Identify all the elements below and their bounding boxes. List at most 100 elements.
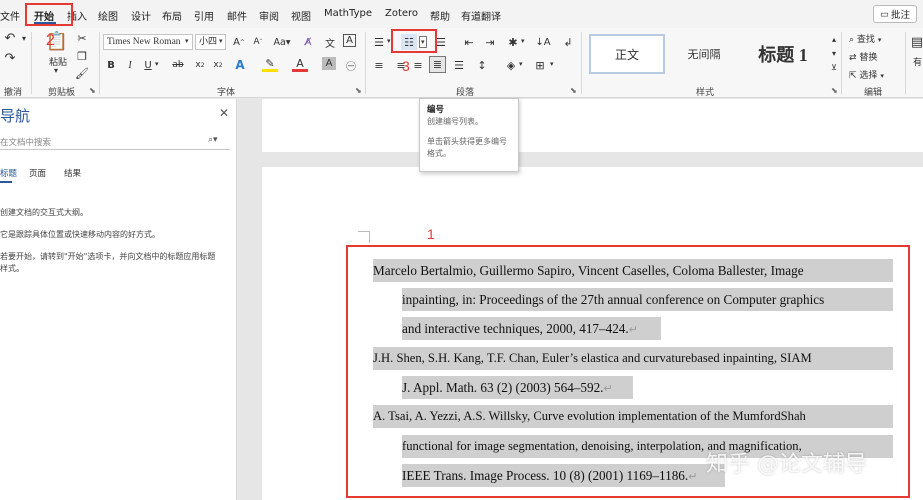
font-size-value: 小四 xyxy=(199,37,218,47)
nav-search-icon[interactable]: ⌕▾ xyxy=(208,135,218,145)
menu-design[interactable]: 设计 xyxy=(131,8,151,23)
copy-icon[interactable]: ❐ xyxy=(74,48,90,64)
replace-icon: ⇄ xyxy=(849,53,857,63)
nav-title: 导航 xyxy=(0,107,31,125)
strikethrough-icon[interactable]: ab xyxy=(170,57,186,73)
comment-icon: ▭ xyxy=(880,8,889,20)
styles-launcher-icon[interactable]: ⬊ xyxy=(831,86,838,95)
tooltip-description: 创建编号列表。 xyxy=(427,117,483,126)
nav-hint-line: 若要开始，请转到"开始"选项卡，并向文档中的标题应用标题 xyxy=(0,252,216,261)
enclose-characters-icon[interactable]: ㊀ xyxy=(343,57,359,73)
nav-tab-results[interactable]: 结果 xyxy=(64,167,81,179)
styles-more-icon[interactable]: ⊻ xyxy=(826,59,842,75)
character-border-icon[interactable]: A xyxy=(343,34,356,47)
nav-close-icon[interactable]: ✕ xyxy=(219,106,229,120)
style-normal[interactable]: 正文 xyxy=(589,34,665,74)
clear-formatting-icon[interactable]: A̸ xyxy=(300,34,316,50)
show-marks-icon[interactable]: ↲ xyxy=(560,34,576,50)
shrink-font-icon[interactable]: Aˇ xyxy=(250,34,266,50)
replace-button[interactable]: ⇄ 替换 xyxy=(849,50,877,63)
nav-tab-headings[interactable]: 标题 xyxy=(0,167,17,179)
character-shading-icon[interactable]: A xyxy=(322,57,336,70)
font-size-dropdown-icon[interactable]: ▾ xyxy=(219,37,223,45)
change-case-icon[interactable]: Aa▾ xyxy=(270,34,294,50)
superscript-icon[interactable]: x2 xyxy=(210,57,226,73)
font-name-select[interactable]: Times New Roman xyxy=(103,34,193,50)
menu-layout[interactable]: 布局 xyxy=(162,8,182,23)
font-name-dropdown-icon[interactable]: ▾ xyxy=(185,37,189,45)
chinese-layout-dropdown-icon[interactable]: ▾ xyxy=(521,37,525,45)
text-effects-icon[interactable]: A xyxy=(232,57,248,73)
format-painter-icon[interactable]: 🖌 xyxy=(74,65,90,81)
nav-hint-line: 创建文档的交互式大纲。 xyxy=(0,208,88,217)
group-label-font: 字体 xyxy=(217,88,236,98)
borders-icon[interactable]: ⊞ xyxy=(532,57,548,73)
menu-references[interactable]: 引用 xyxy=(194,8,214,23)
sort-icon[interactable]: ↓A xyxy=(535,34,551,50)
tooltip-title: 编号 xyxy=(427,105,445,115)
font-launcher-icon[interactable]: ⬊ xyxy=(355,86,362,95)
menu-zotero[interactable]: Zotero xyxy=(385,8,418,19)
bullets-dropdown-icon[interactable]: ▾ xyxy=(387,37,391,45)
italic-icon[interactable]: I xyxy=(122,57,138,73)
menu-youdao[interactable]: 有道翻译 xyxy=(461,8,501,23)
clipboard-launcher-icon[interactable]: ⬊ xyxy=(89,86,96,95)
justify-icon[interactable]: ≣ xyxy=(429,56,446,73)
chinese-layout-icon[interactable]: ✱ xyxy=(505,34,521,50)
highlight-icon[interactable]: ✎ xyxy=(262,57,278,72)
menu-mailings[interactable]: 邮件 xyxy=(227,8,247,23)
grow-font-icon[interactable]: A ^ xyxy=(231,34,247,50)
annotation-box-home-tab xyxy=(25,3,73,26)
nav-tab-pages[interactable]: 页面 xyxy=(29,167,46,179)
addin-icon[interactable]: ▤ xyxy=(909,34,923,50)
phonetic-guide-icon[interactable]: 文 xyxy=(322,34,338,50)
nav-hint-line: 样式。 xyxy=(0,264,24,273)
align-left-icon[interactable]: ≡ xyxy=(371,57,387,73)
shading-dropdown-icon[interactable]: ▾ xyxy=(519,60,523,68)
select-icon: ⇱ xyxy=(849,71,857,81)
comment-button[interactable]: ▭ 批注 xyxy=(873,5,917,23)
line-spacing-icon[interactable]: ↕ xyxy=(474,57,490,73)
underline-icon[interactable]: U xyxy=(140,57,156,73)
select-button[interactable]: ⇱ 选择 ▾ xyxy=(849,68,884,81)
annotation-number-2: 2 xyxy=(46,32,55,49)
select-label: 选择 xyxy=(859,71,878,81)
bold-icon[interactable]: B xyxy=(103,57,119,73)
style-normal-label: 正文 xyxy=(614,47,639,62)
paragraph-launcher-icon[interactable]: ⬊ xyxy=(570,86,577,95)
menu-mathtype[interactable]: MathType xyxy=(324,8,372,19)
distributed-icon[interactable]: ☰ xyxy=(451,57,467,73)
borders-dropdown-icon[interactable]: ▾ xyxy=(550,60,554,68)
style-no-spacing[interactable]: 无间隔 xyxy=(669,34,739,74)
shading-icon[interactable]: ◈ xyxy=(503,57,519,73)
cut-icon[interactable]: ✂ xyxy=(74,30,90,46)
align-right-icon[interactable]: ≡ xyxy=(410,57,426,73)
menu-view[interactable]: 视图 xyxy=(291,8,311,23)
font-color-icon[interactable]: A xyxy=(292,57,308,72)
increase-indent-icon[interactable]: ⇥ xyxy=(482,34,498,50)
menu-draw[interactable]: 绘图 xyxy=(98,8,118,23)
underline-dropdown-icon[interactable]: ▾ xyxy=(155,60,159,68)
menu-file[interactable]: 文件 xyxy=(0,8,20,23)
menu-help[interactable]: 帮助 xyxy=(430,8,450,23)
decrease-indent-icon[interactable]: ⇤ xyxy=(461,34,477,50)
find-label: 查找 xyxy=(856,35,875,45)
bullets-icon[interactable]: ☰ xyxy=(371,34,387,50)
annotation-number-3: 3 xyxy=(402,58,410,74)
nav-tab-underline xyxy=(0,181,12,183)
find-icon: ⌕ xyxy=(849,35,855,45)
group-label-editing: 编辑 xyxy=(864,88,883,98)
navigation-pane: 导航 ✕ 在文档中搜索 ⌕▾ 标题 页面 结果 创建文档的交互式大纲。 它是跟踪… xyxy=(0,99,237,500)
find-button[interactable]: ⌕ 查找 ▾ xyxy=(849,32,881,45)
paste-dropdown-icon[interactable]: ▾ xyxy=(54,66,58,75)
numbering-tooltip: 编号 创建编号列表。 单击箭头获得更多编号格式。 xyxy=(419,98,519,172)
menu-review[interactable]: 审阅 xyxy=(259,8,279,23)
subscript-icon[interactable]: x2 xyxy=(192,57,208,73)
menu-bar: 文件 开始 插入 绘图 设计 布局 引用 邮件 审阅 视图 MathType Z… xyxy=(0,0,923,28)
ribbon: ↶ ▾ ↷ 撤消 📋 粘贴 ▾ ✂ ❐ 🖌 剪贴板 ⬊ Times New Ro… xyxy=(0,28,923,98)
nav-search-placeholder: 在文档中搜索 xyxy=(0,138,52,148)
nav-search-input[interactable]: 在文档中搜索 ⌕▾ xyxy=(0,135,230,150)
style-heading1[interactable]: 标题 1 xyxy=(743,34,823,74)
undo-dropdown-icon[interactable]: ▾ xyxy=(16,30,32,46)
redo-icon[interactable]: ↷ xyxy=(2,50,18,66)
